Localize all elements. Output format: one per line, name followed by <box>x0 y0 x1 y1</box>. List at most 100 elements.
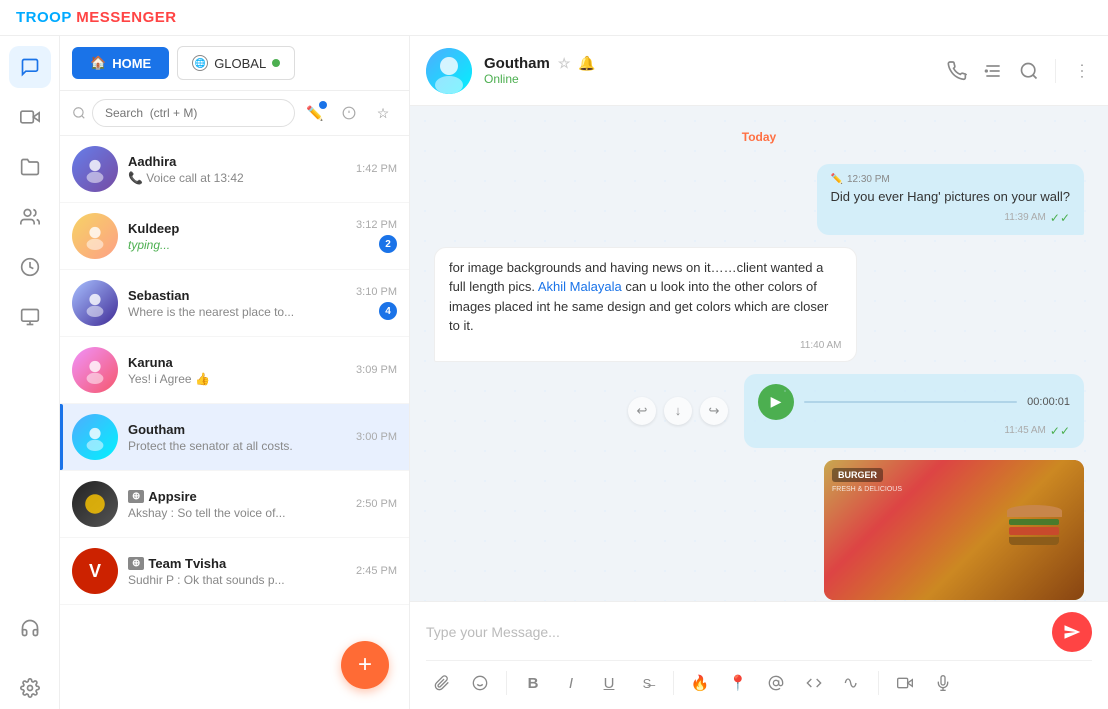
chat-item-aadhira[interactable]: Aadhira 📞 Voice call at 13:42 1:42 PM <box>60 136 409 203</box>
chat-preview-karuna: Yes! i Agree 👍 <box>128 372 346 386</box>
sidebar-item-video[interactable] <box>9 96 51 138</box>
search-bar: ✏️ ☆ <box>60 91 409 136</box>
compose-button[interactable]: ✏️ <box>301 99 329 127</box>
mic-button[interactable] <box>927 667 959 699</box>
sidebar-item-folder[interactable] <box>9 146 51 188</box>
edit-label-1: ✏️ 12:30 PM <box>831 174 1071 185</box>
chat-preview-aadhira: 📞 Voice call at 13:42 <box>128 171 346 185</box>
bold-button[interactable]: B <box>517 667 549 699</box>
logo-messenger: MESSENGER <box>76 9 176 26</box>
plus-icon: + <box>358 651 372 679</box>
chat-item-karuna[interactable]: Karuna Yes! i Agree 👍 3:09 PM <box>60 337 409 404</box>
chat-meta-kuldeep: 3:12 PM 2 <box>356 219 397 253</box>
active-chat-name: Goutham ☆ 🔔 <box>484 55 935 72</box>
image-message-bubble: BURGER FRESH & DELICIOUS <box>824 460 1084 600</box>
messages-area: Today ✏️ 12:30 PM Did you ever Hang' pic… <box>410 106 1108 601</box>
chat-meta-appsire: 2:50 PM <box>356 498 397 510</box>
play-audio-button[interactable]: ▶ <box>758 384 794 420</box>
toolbar-row: B I U S̶ 🔥 📍 <box>426 660 1092 699</box>
underline-button[interactable]: U <box>593 667 625 699</box>
home-button[interactable]: 🏠 HOME <box>72 47 169 79</box>
call-button[interactable] <box>947 61 967 81</box>
message-row-3: ↩ ↓ ↪ ▶ 00:00:01 11:45 AM ✓✓ <box>434 374 1084 448</box>
global-status-dot <box>272 59 280 67</box>
toolbar-divider-1 <box>506 671 507 695</box>
message-time-2: 11:40 AM <box>449 340 842 351</box>
chat-time-sebastian: 3:10 PM <box>356 286 397 298</box>
attach-button[interactable] <box>426 667 458 699</box>
chat-meta-goutham: 3:00 PM <box>356 431 397 443</box>
chat-meta-sebastian: 3:10 PM 4 <box>356 286 397 320</box>
toolbar-divider-2 <box>673 671 674 695</box>
strikethrough-button[interactable]: S̶ <box>631 667 663 699</box>
date-divider: Today <box>434 130 1084 144</box>
mention-button[interactable] <box>760 667 792 699</box>
chat-meta-teamtvisha: 2:45 PM <box>356 565 397 577</box>
search-icon <box>72 106 86 120</box>
topbar: TROOP MESSENGER <box>0 0 1108 36</box>
avatar-sebastian <box>72 280 118 326</box>
search-chat-button[interactable] <box>1019 61 1039 81</box>
chat-name-kuldeep: Kuldeep <box>128 221 346 236</box>
search-input[interactable] <box>92 99 295 127</box>
download-button[interactable]: ↓ <box>664 397 692 425</box>
filter-icon <box>342 106 356 120</box>
chat-item-kuldeep[interactable]: Kuldeep typing... 3:12 PM 2 <box>60 203 409 270</box>
chat-name-goutham: Goutham <box>128 422 346 437</box>
active-chat-status: Online <box>484 72 935 86</box>
star-icon[interactable]: ☆ <box>558 55 571 72</box>
app-logo: TROOP MESSENGER <box>16 9 177 26</box>
emoji-button[interactable] <box>464 667 496 699</box>
chat-main-area: Goutham ☆ 🔔 Online <box>410 36 1108 709</box>
location-button[interactable]: 📍 <box>722 667 754 699</box>
avatar-goutham <box>72 414 118 460</box>
sidebar-item-contacts[interactable] <box>9 196 51 238</box>
chat-info-teamtvisha: ⊕ Team Tvisha Sudhir P : Ok that sounds … <box>128 556 346 587</box>
message-row-2: for image backgrounds and having news on… <box>434 247 1084 362</box>
sidebar-item-chat[interactable] <box>9 46 51 88</box>
message-input[interactable] <box>426 624 1042 640</box>
chat-item-teamtvisha[interactable]: V ⊕ Team Tvisha Sudhir P : Ok that sound… <box>60 538 409 605</box>
compose-fab-button[interactable]: + <box>341 641 389 689</box>
home-icon: 🏠 <box>90 55 106 71</box>
settings-action-button[interactable] <box>983 61 1003 81</box>
chat-preview-kuldeep: typing... <box>128 238 346 252</box>
global-button[interactable]: 🌐 GLOBAL <box>177 46 295 80</box>
audio-progress-bar[interactable] <box>804 401 1017 403</box>
chat-item-goutham[interactable]: Goutham Protect the senator at all costs… <box>60 404 409 471</box>
sidebar-item-clock[interactable] <box>9 246 51 288</box>
send-button[interactable] <box>1052 612 1092 652</box>
code-button[interactable] <box>798 667 830 699</box>
filter-button[interactable] <box>335 99 363 127</box>
chat-header-info: Goutham ☆ 🔔 Online <box>484 55 935 86</box>
chat-item-sebastian[interactable]: Sebastian Where is the nearest place to.… <box>60 270 409 337</box>
star-filter-button[interactable]: ☆ <box>369 99 397 127</box>
toolbar-divider-3 <box>878 671 879 695</box>
main-layout: 🏠 HOME 🌐 GLOBAL ✏️ ☆ <box>0 36 1108 709</box>
message-bubble-2: for image backgrounds and having news on… <box>434 247 857 362</box>
pencil-icon: ✏️ <box>831 174 843 185</box>
video-call-button[interactable] <box>889 667 921 699</box>
mention-link[interactable]: Akhil Malayala <box>538 279 622 294</box>
input-row <box>426 612 1092 652</box>
waves-button[interactable] <box>836 667 868 699</box>
chat-meta-aadhira: 1:42 PM <box>356 163 397 175</box>
chat-list: Aadhira 📞 Voice call at 13:42 1:42 PM Ku… <box>60 136 409 605</box>
chat-time-kuldeep: 3:12 PM <box>356 219 397 231</box>
checkmark-icon-1: ✓✓ <box>1050 211 1070 225</box>
chat-item-appsire[interactable]: ⊕ Appsire Akshay : So tell the voice of.… <box>60 471 409 538</box>
sidebar-item-settings[interactable] <box>9 667 51 709</box>
star-icon: ☆ <box>377 105 390 122</box>
reply-button[interactable]: ↩ <box>628 397 656 425</box>
sidebar-item-headset[interactable] <box>9 607 51 649</box>
more-options-button[interactable] <box>1072 61 1092 81</box>
italic-button[interactable]: I <box>555 667 587 699</box>
forward-button[interactable]: ↪ <box>700 397 728 425</box>
volume-icon[interactable]: 🔔 <box>578 55 595 72</box>
audio-message-bubble: ▶ 00:00:01 11:45 AM ✓✓ <box>744 374 1084 448</box>
fire-button[interactable]: 🔥 <box>684 667 716 699</box>
chat-time-teamtvisha: 2:45 PM <box>356 565 397 577</box>
sidebar-item-monitor[interactable] <box>9 296 51 338</box>
chat-time-aadhira: 1:42 PM <box>356 163 397 175</box>
chat-info-goutham: Goutham Protect the senator at all costs… <box>128 422 346 453</box>
